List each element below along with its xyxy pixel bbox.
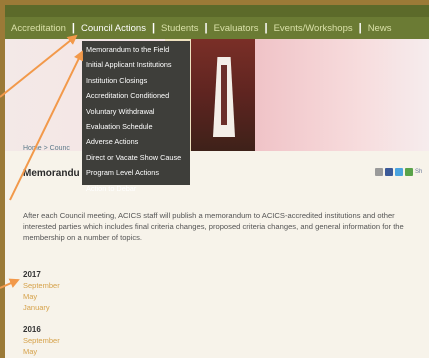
dropdown-item-adverse-actions[interactable]: Adverse Actions bbox=[82, 134, 190, 149]
archive-month-link[interactable]: September bbox=[23, 281, 60, 290]
nav-council-actions[interactable]: Council Actions bbox=[75, 17, 152, 39]
nav-evaluators[interactable]: Evaluators bbox=[208, 17, 265, 39]
banner-background bbox=[255, 39, 429, 151]
share-bar: Sh bbox=[375, 168, 422, 176]
breadcrumb-current[interactable]: Counc bbox=[50, 145, 70, 152]
nav-news[interactable]: News bbox=[362, 17, 398, 39]
archive-month-link[interactable]: May bbox=[23, 347, 37, 356]
twitter-icon[interactable] bbox=[395, 168, 403, 176]
dropdown-item-evaluation-schedule[interactable]: Evaluation Schedule bbox=[82, 119, 190, 134]
page: Accreditation | Council Actions | Studen… bbox=[5, 5, 429, 358]
page-title: Memorandu bbox=[23, 168, 80, 179]
intro-paragraph: After each Council meeting, ACICS staff … bbox=[23, 211, 404, 242]
dropdown-item-debar[interactable]: Action to Debar bbox=[82, 181, 190, 196]
archive-month-link[interactable]: May bbox=[23, 292, 37, 301]
dropdown-item-initial-applicant[interactable]: Initial Applicant Institutions bbox=[82, 57, 190, 72]
nav-events-workshops[interactable]: Events/Workshops bbox=[268, 17, 359, 39]
dropdown-item-accreditation-conditioned[interactable]: Accreditation Conditioned bbox=[82, 88, 190, 103]
archive-month-link[interactable]: January bbox=[23, 303, 50, 312]
banner-photo bbox=[191, 39, 255, 151]
breadcrumb-home[interactable]: Home bbox=[23, 145, 42, 152]
main-nav: Accreditation | Council Actions | Studen… bbox=[5, 17, 429, 39]
nav-students[interactable]: Students bbox=[155, 17, 205, 39]
dropdown-item-institution-closings[interactable]: Institution Closings bbox=[82, 73, 190, 88]
share-icon[interactable] bbox=[405, 168, 413, 176]
archive-month-link[interactable]: September bbox=[23, 336, 60, 345]
dropdown-item-voluntary-withdrawal[interactable]: Voluntary Withdrawal bbox=[82, 104, 190, 119]
dropdown-item-program-level[interactable]: Program Level Actions bbox=[82, 165, 190, 180]
archive-year: 2016 bbox=[23, 325, 41, 334]
print-icon[interactable] bbox=[375, 168, 383, 176]
breadcrumb-separator: > bbox=[41, 145, 50, 152]
dropdown-item-memorandum[interactable]: Memorandum to the Field bbox=[82, 42, 190, 57]
council-actions-dropdown: Memorandum to the Field Initial Applican… bbox=[82, 41, 190, 193]
hero-banner bbox=[5, 39, 429, 151]
facebook-icon[interactable] bbox=[385, 168, 393, 176]
share-label[interactable]: Sh bbox=[415, 169, 422, 175]
breadcrumb: Home > Counc bbox=[23, 145, 70, 152]
top-strip bbox=[5, 5, 429, 17]
archive-year: 2017 bbox=[23, 270, 41, 279]
dropdown-item-show-cause[interactable]: Direct or Vacate Show Cause bbox=[82, 150, 190, 165]
nav-accreditation[interactable]: Accreditation bbox=[5, 17, 72, 39]
